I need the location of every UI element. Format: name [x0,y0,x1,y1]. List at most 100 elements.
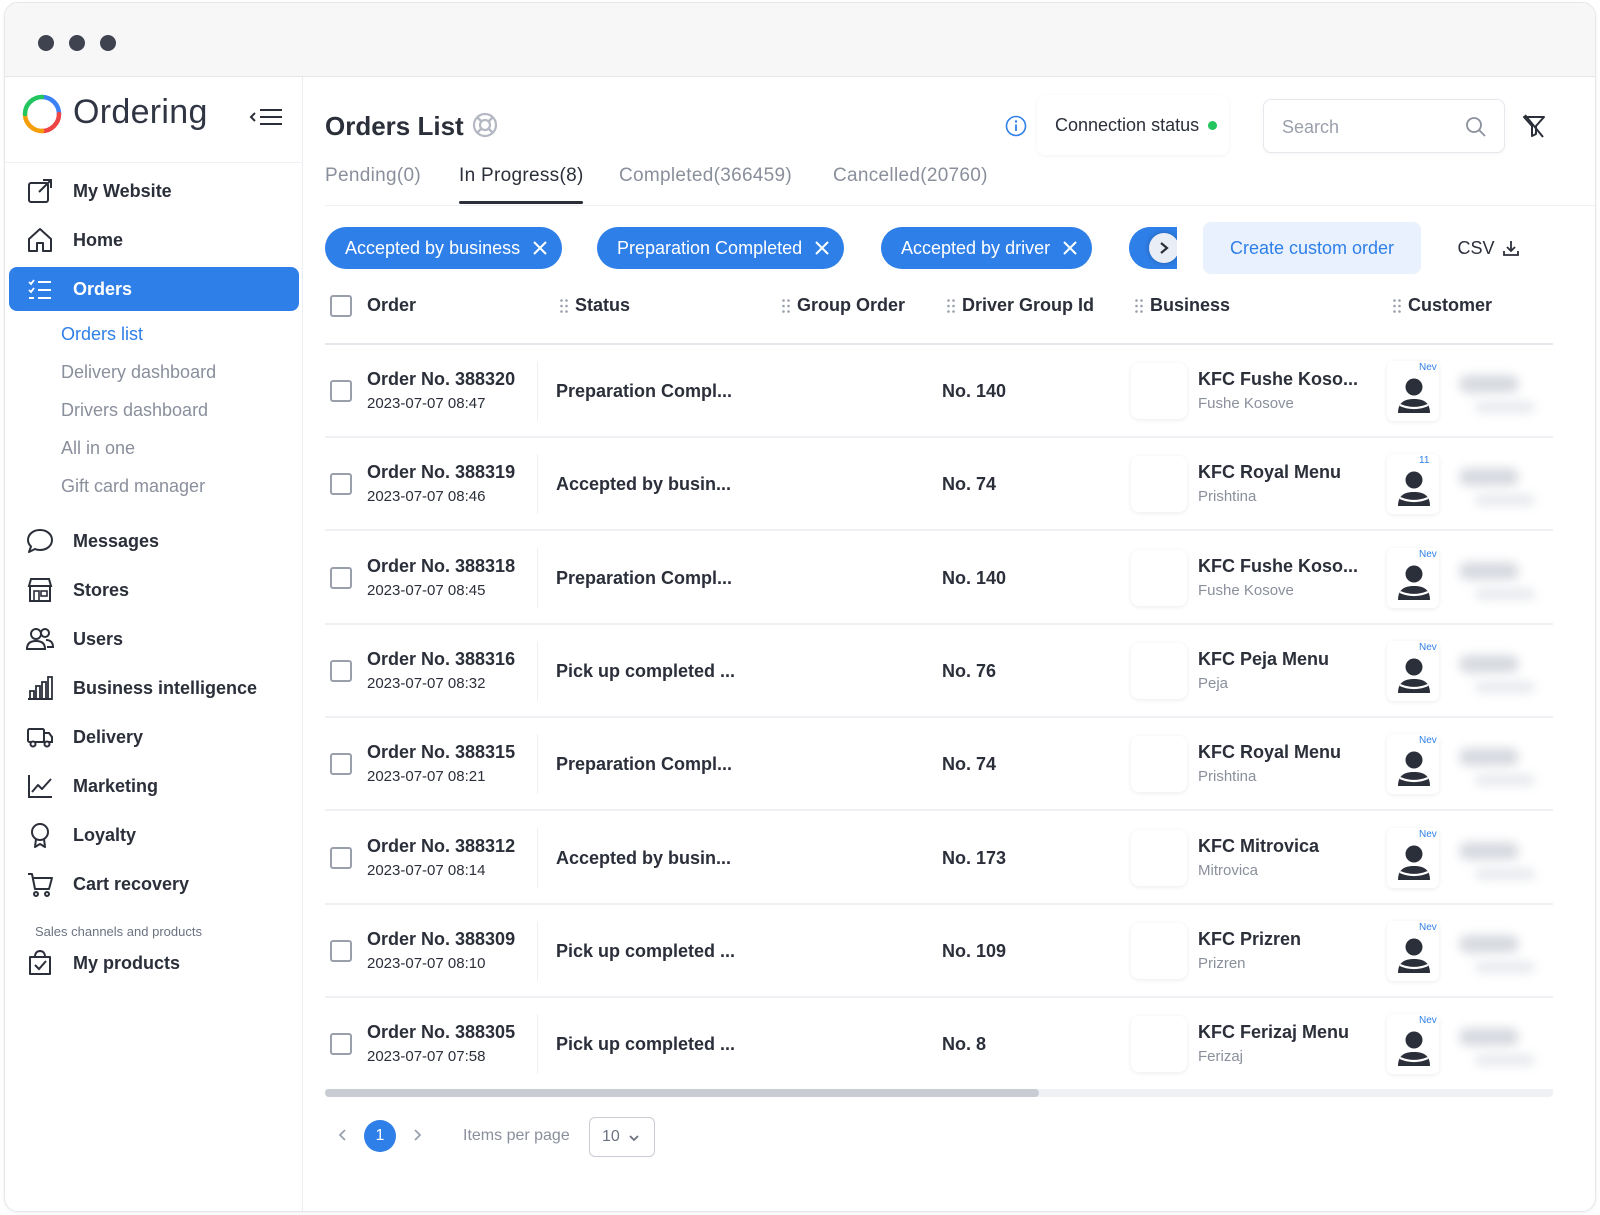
column-header-business[interactable]: Business [1134,295,1230,316]
previous-page-button[interactable] [331,1123,355,1147]
customer-avatar[interactable]: 11 [1387,454,1439,515]
page-number-button[interactable]: 1 [364,1120,396,1152]
close-icon[interactable] [1062,240,1078,256]
tab-cancelled[interactable]: Cancelled(20760) [833,165,988,187]
customer-avatar[interactable]: Nev [1387,827,1439,888]
sidebar-item-messages[interactable]: Messages [9,519,299,563]
sidebar-item-loyalty[interactable]: Loyalty [9,813,299,857]
row-checkbox[interactable] [330,380,352,402]
drag-handle-icon[interactable] [946,298,956,314]
window-minimize-dot[interactable] [69,35,85,51]
sidebar-item-delivery[interactable]: Delivery [9,715,299,759]
column-header-label: Business [1150,295,1231,315]
business-name: KFC Fushe Koso... [1198,369,1359,389]
row-checkbox[interactable] [330,566,352,589]
row-checkbox[interactable] [330,1033,352,1056]
items-per-page-select[interactable]: 10 [589,1117,655,1157]
column-divider [537,454,538,515]
sidebar-item-stores[interactable]: Stores [9,568,299,612]
sidebar-item-business-intelligence[interactable]: Business intelligence [9,666,299,710]
sidebar-subitem-orders-list[interactable]: Orders list [61,324,143,345]
column-header-customer[interactable]: Customer [1392,295,1492,316]
tab-completed[interactable]: Completed(366459) [619,165,792,187]
lifebuoy-help-icon[interactable] [471,111,499,139]
sidebar-subitem-drivers-dashboard[interactable]: Drivers dashboard [61,400,208,421]
order-number[interactable]: Order No. 388318 [367,556,515,577]
row-checkbox[interactable] [330,939,352,962]
search-input[interactable] [1282,114,1452,140]
order-number[interactable]: Order No. 388319 [367,462,515,483]
drag-handle-icon[interactable] [1134,298,1144,314]
customer-avatar[interactable]: Nev [1387,734,1439,795]
clear-filter-icon[interactable] [1521,113,1547,139]
column-header-order[interactable]: Order [367,295,416,316]
row-checkbox[interactable] [330,659,352,682]
table-row[interactable]: Order No. 388305 2023-07-07 07:58 Pick up … [325,998,1553,1092]
create-custom-order-button[interactable]: Create custom order [1203,222,1421,274]
sidebar-item-marketing[interactable]: Marketing [9,764,299,808]
customer-avatar[interactable]: Nev [1387,640,1439,701]
table-row[interactable]: Order No. 388309 2023-07-07 08:10 Pick up … [325,905,1553,998]
sidebar-item-my-products[interactable]: My products [9,941,299,985]
table-row[interactable]: Order No. 388319 2023-07-07 08:46 Accepted… [325,438,1553,532]
order-number[interactable]: Order No. 388320 [367,369,515,390]
horizontal-scrollbar[interactable] [325,1089,1553,1097]
search-icon[interactable] [1464,115,1488,139]
row-checkbox[interactable] [330,846,352,869]
row-checkbox[interactable] [330,753,352,776]
scroll-filters-right-button[interactable] [1149,233,1177,263]
row-checkbox[interactable] [330,473,352,496]
sidebar-item-my-website[interactable]: My Website [9,169,299,213]
customer-avatar[interactable]: Nev [1387,1014,1439,1075]
order-number[interactable]: Order No. 388309 [367,929,515,950]
filter-chip-accepted-by-driver[interactable]: Accepted by driver [881,227,1093,269]
horizontal-scrollbar-thumb[interactable] [325,1089,1039,1097]
collapse-sidebar-icon[interactable] [249,105,285,129]
sidebar-item-orders[interactable]: Orders [9,267,299,311]
filter-chip-preparation-completed[interactable]: Preparation Completed [597,227,845,269]
sidebar-item-users[interactable]: Users [9,617,299,661]
close-icon[interactable] [532,240,548,256]
close-icon[interactable] [814,240,830,256]
order-number[interactable]: Order No. 388315 [367,742,515,763]
table-row[interactable]: Order No. 388315 2023-07-07 08:21 Preparat… [325,718,1553,812]
customer-name-redacted [1459,654,1519,673]
drag-handle-icon[interactable] [781,298,791,314]
sidebar-subitem-all-in-one[interactable]: All in one [61,438,135,459]
order-number[interactable]: Order No. 388316 [367,649,515,670]
tab-in-progress[interactable]: In Progress(8) [459,165,584,187]
csv-export-button[interactable]: CSV [1451,222,1527,274]
sidebar-item-cart-recovery[interactable]: Cart recovery [9,862,299,906]
info-icon[interactable] [1005,115,1027,137]
sidebar-item-label: Delivery [73,726,144,747]
drag-handle-icon[interactable] [559,298,569,314]
order-date: 2023-07-07 08:21 [367,768,486,786]
filter-chip-accepted-by-business[interactable]: Accepted by business [325,227,563,269]
customer-name-redacted [1459,1028,1519,1047]
sidebar-item-home[interactable]: Home [9,218,299,262]
sidebar-subitem-delivery-dashboard[interactable]: Delivery dashboard [61,362,216,383]
customer-avatar[interactable]: Nev [1387,920,1439,981]
business-logo [1131,363,1187,419]
table-row[interactable]: Order No. 388312 2023-07-07 08:14 Accepted… [325,812,1553,905]
window-close-dot[interactable] [38,35,54,51]
driver-group-id: No. 74 [942,754,997,775]
tab-pending[interactable]: Pending(0) [325,165,421,187]
table-row[interactable]: Order No. 388318 2023-07-07 08:45 Preparat… [325,532,1553,625]
drag-handle-icon[interactable] [1392,298,1402,314]
customer-avatar[interactable]: Nev [1387,361,1439,421]
select-all-checkbox[interactable] [330,295,352,317]
window-maximize-dot[interactable] [100,35,116,51]
column-header-group-order[interactable]: Group Order [781,295,905,316]
order-number[interactable]: Order No. 388305 [367,1022,515,1043]
customer-avatar[interactable]: Nev [1387,547,1439,608]
column-header-driver-group-id[interactable]: Driver Group Id [946,295,1094,316]
column-header-status[interactable]: Status [559,295,630,316]
sidebar-subitem-gift-card-manager[interactable]: Gift card manager [61,476,205,497]
table-row[interactable]: Order No. 388316 2023-07-07 08:32 Pick up … [325,625,1553,718]
customer-badge: Nev [1419,1015,1437,1027]
table-row[interactable]: Order No. 388320 2023-07-07 08:47 Preparat… [325,345,1553,438]
next-page-button[interactable] [405,1123,429,1147]
order-number[interactable]: Order No. 388312 [367,836,515,857]
app-window: Ordering My Website Home Orders Orders l… [4,2,1596,1212]
